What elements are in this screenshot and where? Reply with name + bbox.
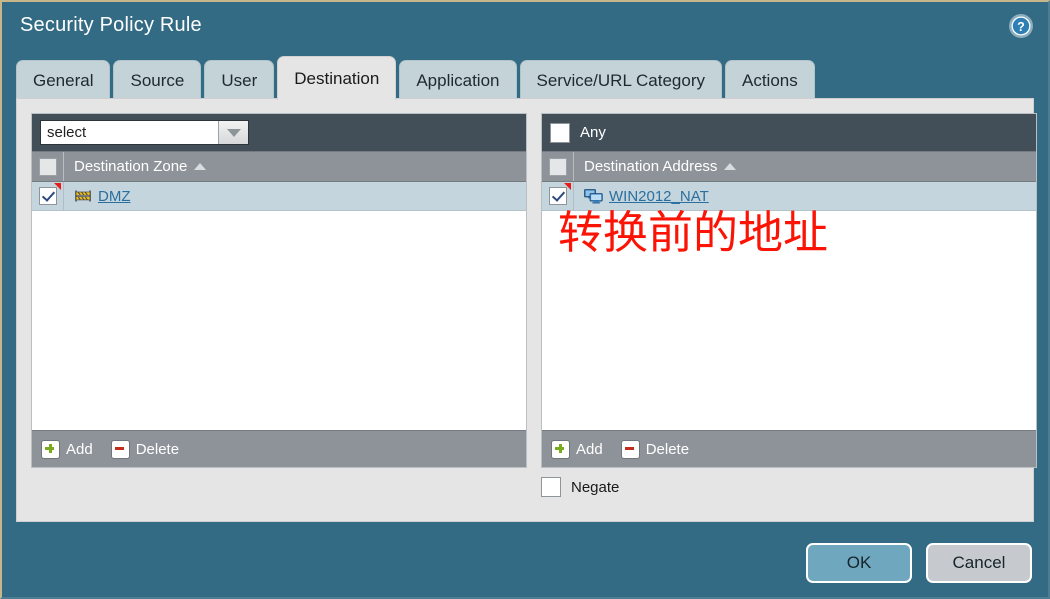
destination-zone-panel: select Destination Zone DMZ Add Delete	[31, 113, 527, 468]
tab-source[interactable]: Source	[113, 60, 202, 100]
sort-ascending-icon[interactable]	[724, 163, 737, 170]
address-row-label[interactable]: WIN2012_NAT	[609, 188, 709, 205]
destination-address-panel: Any Destination Address WIN2012_NAT 转换前的…	[541, 113, 1037, 468]
tab-content-destination: select Destination Zone DMZ Add Delete A…	[16, 98, 1037, 522]
zone-row-checkbox-cell[interactable]	[32, 182, 64, 210]
zone-column-label: Destination Zone	[74, 158, 188, 175]
zone-column-title-cell[interactable]: Destination Zone	[64, 158, 207, 175]
cancel-button[interactable]: Cancel	[926, 543, 1032, 583]
zone-row-content: DMZ	[64, 188, 131, 205]
address-select-all-cell[interactable]	[542, 152, 574, 181]
modified-flag-icon	[564, 183, 571, 190]
delete-zone-label: Delete	[135, 440, 180, 458]
tab-actions[interactable]: Actions	[725, 60, 815, 100]
address-column-title-cell[interactable]: Destination Address	[574, 158, 737, 175]
negate-row[interactable]: Negate	[541, 477, 619, 497]
tab-destination[interactable]: Destination	[277, 56, 397, 100]
add-zone-label: Add	[66, 440, 93, 458]
tab-service-url-category[interactable]: Service/URL Category	[519, 60, 722, 100]
destination-address-list[interactable]: WIN2012_NAT 转换前的地址	[542, 182, 1036, 430]
table-row[interactable]: DMZ	[32, 182, 526, 211]
zone-barrier-icon	[75, 190, 91, 202]
dialog-button-bar: OK Cancel	[806, 543, 1032, 583]
svg-text:?: ?	[1017, 20, 1025, 34]
security-policy-rule-dialog: Security Policy Rule ? General Source Us…	[0, 0, 1050, 599]
minus-icon	[110, 439, 130, 459]
annotation-text: 转换前的地址	[558, 206, 829, 259]
address-select-all-checkbox[interactable]	[548, 157, 567, 176]
add-zone-button[interactable]: Add	[41, 439, 93, 459]
delete-zone-button[interactable]: Delete	[110, 439, 180, 459]
address-row-content: WIN2012_NAT	[574, 188, 709, 205]
plus-icon	[551, 439, 570, 459]
destination-address-column-header: Destination Address	[542, 151, 1036, 182]
delete-address-button[interactable]: Delete	[620, 439, 690, 459]
plus-icon	[41, 439, 60, 459]
zone-select-input[interactable]: select	[41, 121, 219, 144]
destination-zone-column-header: Destination Zone	[32, 151, 526, 182]
zone-select-all-cell[interactable]	[32, 152, 64, 181]
delete-address-label: Delete	[645, 440, 690, 458]
minus-icon	[620, 439, 640, 459]
add-address-button[interactable]: Add	[551, 439, 603, 459]
tab-user[interactable]: User	[204, 60, 275, 100]
page-title: Security Policy Rule	[20, 14, 202, 36]
modified-flag-icon	[54, 183, 61, 190]
destination-zone-footer: Add Delete	[32, 430, 526, 467]
tab-general[interactable]: General	[16, 60, 111, 100]
negate-checkbox[interactable]	[541, 477, 561, 497]
ok-button[interactable]: OK	[806, 543, 912, 583]
destination-zone-list[interactable]: DMZ	[32, 182, 526, 430]
destination-panels: select Destination Zone DMZ Add Delete A…	[31, 113, 1037, 468]
destination-address-footer: Add Delete	[542, 430, 1036, 467]
negate-label: Negate	[571, 478, 620, 496]
address-computers-icon	[584, 189, 603, 204]
destination-address-toolbar: Any	[542, 114, 1036, 151]
any-address-checkbox[interactable]	[550, 122, 570, 143]
chevron-down-icon[interactable]	[219, 121, 248, 144]
any-address-row[interactable]: Any	[550, 122, 606, 143]
help-circle-icon[interactable]: ?	[1008, 13, 1034, 39]
destination-zone-toolbar: select	[32, 114, 526, 151]
add-address-label: Add	[576, 440, 603, 458]
tabstrip: General Source User Destination Applicat…	[16, 56, 815, 100]
zone-select-combo[interactable]: select	[40, 120, 249, 145]
dialog-titlebar: Security Policy Rule ?	[2, 2, 1048, 54]
zone-row-label[interactable]: DMZ	[98, 188, 131, 205]
any-address-label: Any	[580, 124, 606, 141]
sort-ascending-icon[interactable]	[194, 163, 207, 170]
address-column-label: Destination Address	[584, 158, 718, 175]
tab-application[interactable]: Application	[399, 60, 517, 100]
zone-select-all-checkbox[interactable]	[38, 157, 57, 176]
